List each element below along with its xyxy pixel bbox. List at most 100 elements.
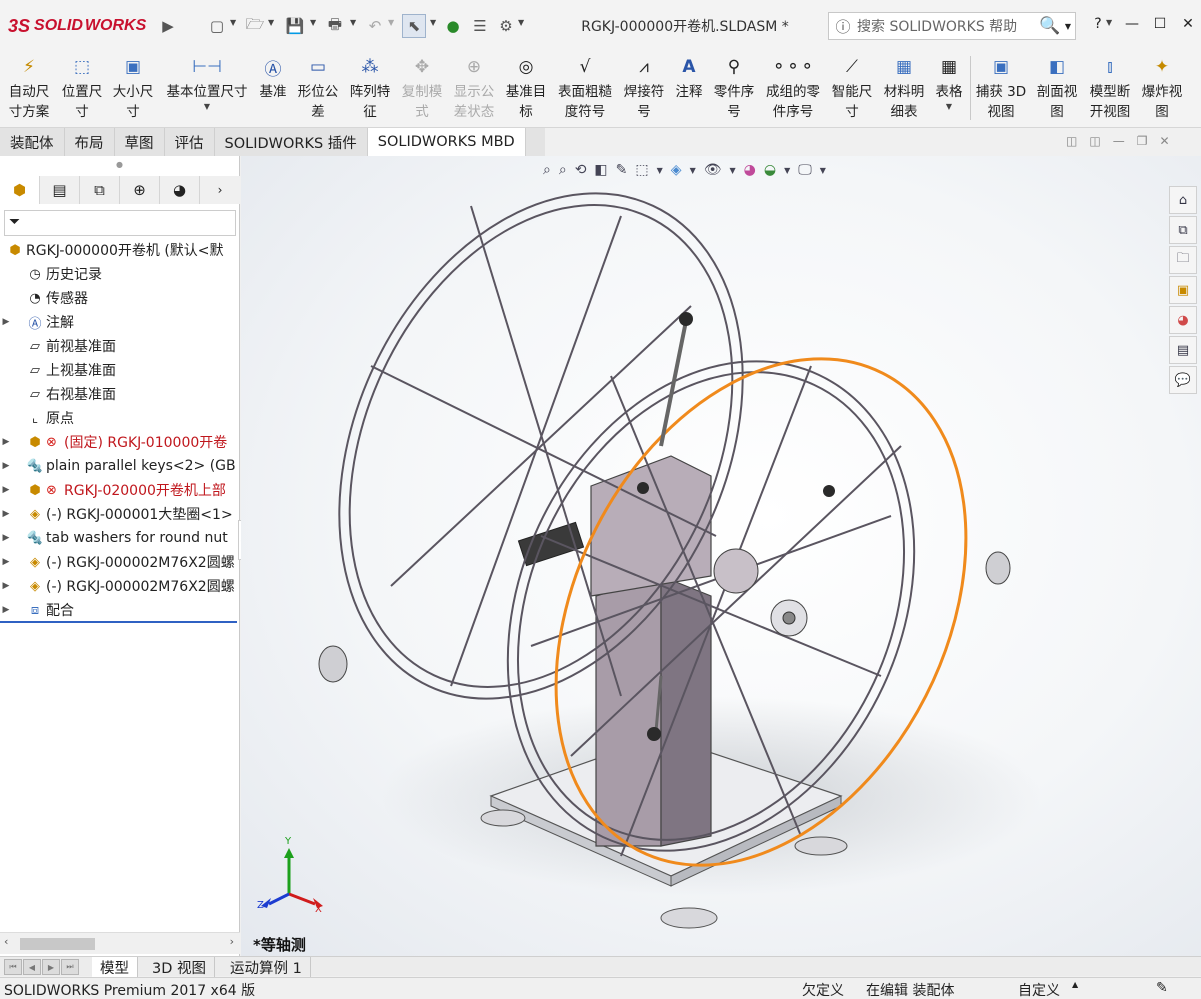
ribbon-button-1[interactable]: ⬚ 位置尺 寸 (56, 52, 108, 124)
expand-arrow-icon[interactable]: ▶ (0, 509, 12, 519)
configuration-manager-tab-icon[interactable]: ⧉ (80, 176, 120, 204)
tree-item-component[interactable]: ▶ ◈ (-) RGKJ-000001大垫圈<1> (0, 502, 240, 526)
chevron-down-icon[interactable]: ▼ (310, 18, 316, 27)
expand-arrow-icon[interactable]: ▶ (0, 437, 12, 447)
expand-arrow-icon[interactable]: ▶ (0, 533, 12, 543)
tab-3d-views[interactable]: 3D 视图 (144, 957, 215, 977)
tree-item-front-plane[interactable]: ▱ 前视基准面 (0, 334, 240, 358)
maximize-icon[interactable]: ☐ (1148, 12, 1172, 36)
rebuild-icon[interactable]: ● (444, 14, 462, 38)
tree-item-annotations[interactable]: ▶ Ⓐ 注解 (0, 310, 240, 334)
ribbon-button-6[interactable]: ⁂ 阵列特 征 (344, 52, 396, 124)
ribbon-button-4[interactable]: Ⓐ 基准 (254, 52, 292, 124)
tree-item-right-plane[interactable]: ▱ 右视基准面 (0, 382, 240, 406)
chevron-down-icon[interactable]: ▼ (1065, 22, 1075, 31)
tab-layout[interactable]: 布局 (65, 128, 115, 156)
print-icon[interactable]: 🖶 (324, 14, 346, 38)
tree-item-top-plane[interactable]: ▱ 上视基准面 (0, 358, 240, 382)
chevron-up-icon[interactable]: ▲ (1072, 980, 1078, 989)
doc-minimize-icon[interactable]: — (1113, 134, 1125, 148)
solidworks-logo[interactable]: 3S SOLID WORKS (8, 10, 156, 42)
feature-manager-tab-icon[interactable]: ⬢ (0, 176, 40, 204)
chevron-down-icon[interactable]: ▼ (946, 102, 952, 111)
ribbon-button-10[interactable]: √ 表面粗糙 度符号 (552, 52, 618, 124)
ribbon-button-21[interactable]: ✦ 爆炸视 图 (1136, 52, 1188, 124)
ribbon-button-17[interactable]: ▦ 表格 ▼ (930, 52, 968, 124)
tree-item-component[interactable]: ▶ 🔩 plain parallel keys<2> (GB (0, 454, 240, 478)
scrollbar-thumb[interactable] (20, 938, 95, 950)
ribbon-button-12[interactable]: A 注释 (670, 52, 708, 124)
ribbon-button-18[interactable]: ▣ 捕获 3D 视图 (974, 52, 1028, 124)
expand-arrow-icon[interactable]: ▶ (0, 581, 12, 591)
tile-icon[interactable]: ◫ (1066, 134, 1077, 148)
splitter-handle-icon[interactable]: ● (116, 160, 123, 169)
expand-menu-icon[interactable]: ▶ (160, 14, 176, 38)
ribbon-button-5[interactable]: ▭ 形位公 差 (294, 52, 342, 124)
display-manager-tab-icon[interactable]: ◕ (160, 176, 200, 204)
tree-item-component[interactable]: ▶ ⬢ ⊗ RGKJ-020000开卷机上部 (0, 478, 240, 502)
tab-assembly[interactable]: 装配体 (0, 128, 65, 156)
scroll-left-icon[interactable]: ‹ (4, 935, 8, 948)
tab-model[interactable]: 模型 (92, 957, 138, 977)
chevron-down-icon[interactable]: ▼ (1106, 18, 1112, 27)
chevron-down-icon[interactable]: ▼ (430, 18, 436, 27)
forum-icon[interactable]: 💬 (1169, 366, 1197, 394)
expand-arrow-icon[interactable]: ▶ (0, 605, 12, 615)
scroll-right-icon[interactable]: › (230, 935, 234, 948)
chevron-down-icon[interactable]: ▼ (268, 18, 274, 27)
horizontal-scrollbar[interactable]: ‹ › (0, 932, 240, 954)
ribbon-button-7[interactable]: ✥ 复制模 式 (396, 52, 448, 124)
tab-sketch[interactable]: 草图 (115, 128, 165, 156)
ribbon-button-14[interactable]: ⚬⚬⚬ 成组的零 件序号 (760, 52, 826, 124)
open-folder-icon[interactable]: 🗁 (244, 14, 266, 38)
property-manager-tab-icon[interactable]: ▤ (40, 176, 80, 204)
chevron-down-icon[interactable]: ▼ (518, 18, 524, 27)
ribbon-button-16[interactable]: ▦ 材料明 细表 (878, 52, 930, 124)
tree-item-component[interactable]: ▶ ⬢ ⊗ (固定) RGKJ-010000开卷 (0, 430, 240, 454)
tree-item-component[interactable]: ▶ ◈ (-) RGKJ-000002M76X2圆螺 (0, 550, 240, 574)
quick-tips-icon[interactable]: ✎ (1156, 980, 1168, 996)
tab-evaluate[interactable]: 评估 (165, 128, 215, 156)
last-tab-icon[interactable]: ⏭ (61, 959, 79, 975)
cascade-icon[interactable]: ◫ (1089, 134, 1100, 148)
file-explorer-icon[interactable]: 🗀 (1169, 246, 1197, 274)
tab-addins[interactable]: SOLIDWORKS 插件 (215, 128, 368, 156)
ribbon-button-8[interactable]: ⊕ 显示公 差状态 (448, 52, 500, 124)
new-document-icon[interactable]: ▢ (206, 14, 228, 38)
select-icon[interactable]: ⬉ (402, 14, 426, 38)
tree-item-component[interactable]: ▶ ◈ (-) RGKJ-000002M76X2圆螺 (0, 574, 240, 598)
ribbon-button-20[interactable]: ⫾ 模型断 开视图 (1084, 52, 1136, 124)
ribbon-button-2[interactable]: ▣ 大小尺 寸 (108, 52, 158, 124)
design-library-icon[interactable]: ⧉ (1169, 216, 1197, 244)
undo-icon[interactable]: ↶ (364, 14, 386, 38)
tree-item-history[interactable]: ◷ 历史记录 (0, 262, 240, 286)
close-icon[interactable]: ✕ (1176, 12, 1200, 36)
ribbon-button-3[interactable]: ⊢⊣ 基本位置尺寸 ▼ (160, 52, 254, 124)
dimxpert-tab-icon[interactable]: ⊕ (120, 176, 160, 204)
search-icon[interactable]: 🔍 (1035, 16, 1065, 36)
custom-properties-icon[interactable]: ▤ (1169, 336, 1197, 364)
ribbon-button-0[interactable]: ⚡ 自动尺 寸方案 (4, 52, 54, 124)
tree-item-mates[interactable]: ▶ ⧈ 配合 (0, 598, 240, 622)
minimize-icon[interactable]: — (1120, 12, 1144, 36)
tree-item-component[interactable]: ▶ 🔩 tab washers for round nut (0, 526, 240, 550)
tab-motion-study[interactable]: 运动算例 1 (222, 957, 311, 977)
prev-tab-icon[interactable]: ◀ (23, 959, 41, 975)
chevron-down-icon[interactable]: ▼ (204, 102, 210, 111)
tree-rollback-bar[interactable] (0, 621, 237, 623)
expand-arrow-icon[interactable]: ▶ (0, 317, 12, 327)
view-palette-icon[interactable]: ▣ (1169, 276, 1197, 304)
tree-item-sensors[interactable]: ◔ 传感器 (0, 286, 240, 310)
doc-close-icon[interactable]: ✕ (1159, 134, 1169, 148)
tree-item-origin[interactable]: ⌞ 原点 (0, 406, 240, 430)
ribbon-button-19[interactable]: ◧ 剖面视 图 (1030, 52, 1084, 124)
tree-filter[interactable]: ⏷ (4, 210, 236, 236)
ribbon-button-9[interactable]: ◎ 基准目 标 (500, 52, 552, 124)
assembly-model[interactable]: Y X Z (241, 156, 1201, 956)
search-input[interactable]: 搜索 SOLIDWORKS 帮助 (857, 16, 1035, 36)
save-icon[interactable]: 💾 (284, 14, 306, 38)
ribbon-button-11[interactable]: ⩘ 焊接符 号 (618, 52, 670, 124)
appearances-icon[interactable]: ◕ (1169, 306, 1197, 334)
tab-mbd[interactable]: SOLIDWORKS MBD (367, 128, 526, 156)
expand-arrow-icon[interactable]: ▶ (0, 485, 12, 495)
